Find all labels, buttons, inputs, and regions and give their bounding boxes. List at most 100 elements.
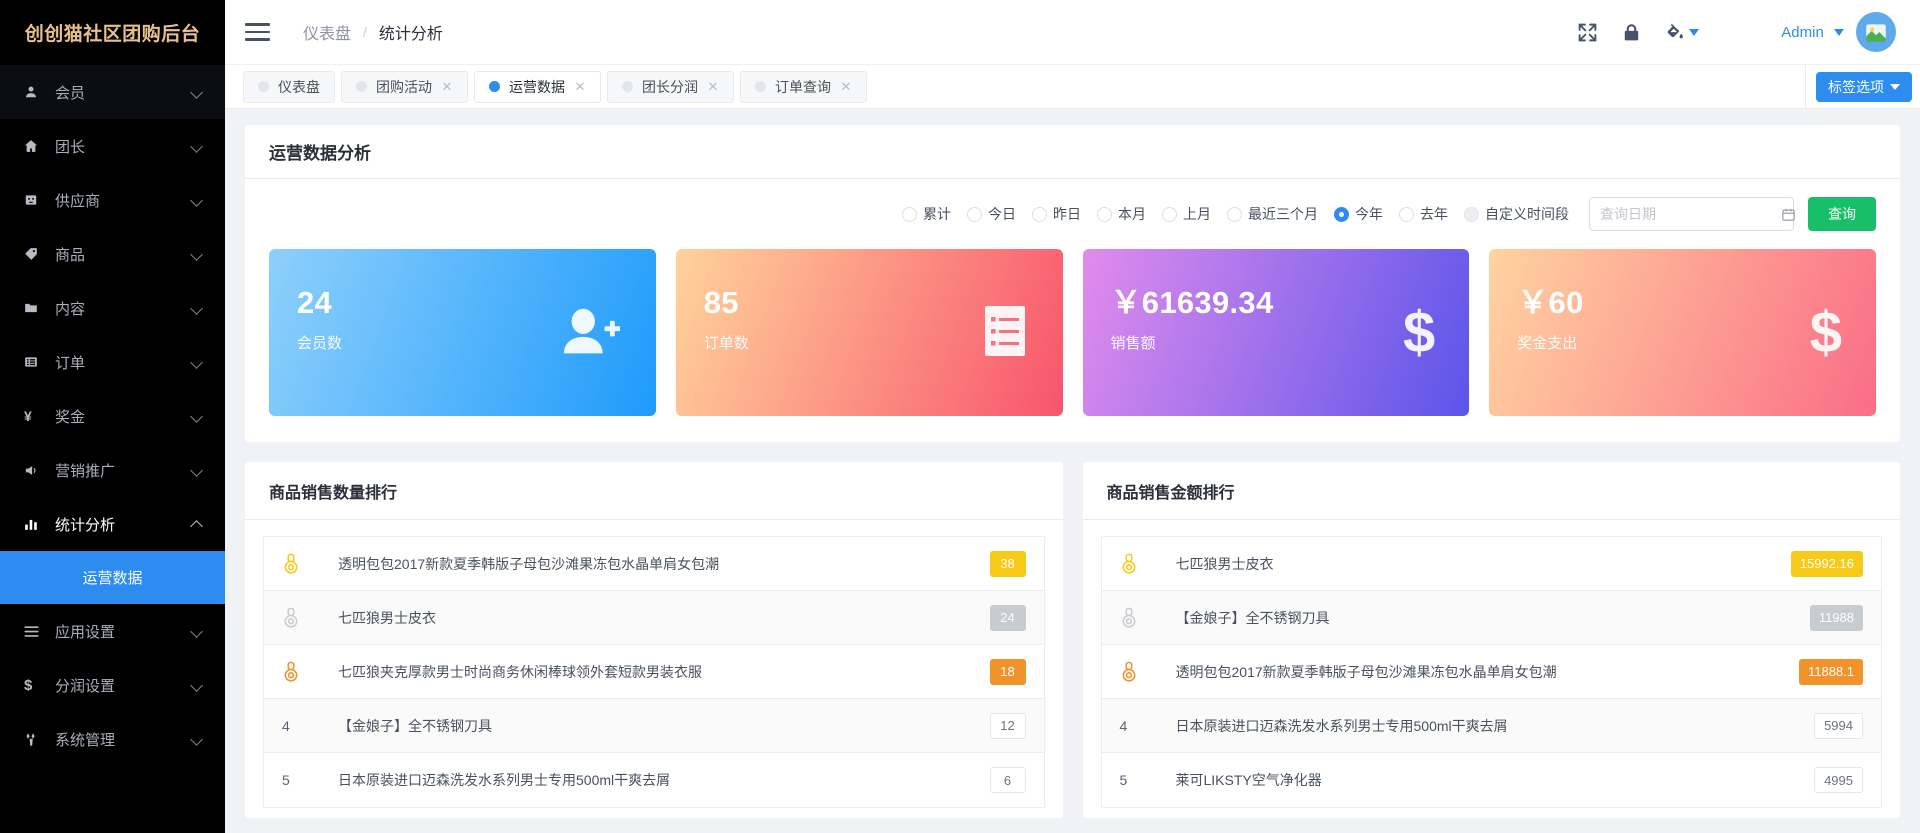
table-row[interactable]: 4 【金娘子】全不锈钢刀具 12 (264, 699, 1044, 753)
tab-options-button[interactable]: 标签选项 (1816, 71, 1912, 102)
top-bar: 仪表盘 / 统计分析 Admin (225, 0, 1920, 65)
period-radio-1[interactable]: 累计 (902, 204, 951, 224)
product-name: 【金娘子】全不锈钢刀具 (1175, 609, 1330, 626)
table-row[interactable]: 七匹狼男士皮衣 24 (264, 591, 1044, 645)
table-row[interactable]: 透明包包2017新款夏季韩版子母包沙滩果冻包水晶单肩女包潮 38 (264, 537, 1044, 591)
tabs-bar: 仪表盘 团购活动 ✕ 运营数据 ✕ 团长分润 ✕ 订单查询 ✕ 标签选项 (225, 64, 1920, 109)
period-radio-8[interactable]: 去年 (1399, 204, 1448, 224)
breadcrumb-separator: / (363, 24, 367, 40)
product-name: 莱可LIKSTY空气净化器 (1175, 772, 1322, 788)
sidebar-item-label: 应用设置 (55, 623, 116, 641)
sidebar-item-6[interactable]: 订单 (0, 335, 225, 389)
chevron-down-icon (191, 248, 203, 260)
chevron-down-icon (1834, 29, 1844, 37)
table-row[interactable]: 七匹狼夹克厚款男士时尚商务休闲棒球领外套短款男装衣服 18 (264, 645, 1044, 699)
sidebar-subitem-operating-data[interactable]: 运营数据 (0, 551, 225, 604)
menu-lines-icon (24, 625, 46, 638)
status-badge: 38 (989, 550, 1026, 577)
sidebar-item-3[interactable]: 供应商 (0, 173, 225, 227)
analytics-panel: 运营数据分析 累计 今日 昨日 本月 上月 最近三个月 今年 去年 自定义时间段 (245, 125, 1900, 442)
tab-close-icon[interactable]: ✕ (441, 80, 453, 93)
sidebar: 创创猫社区团购后台 会员团长供应商商品内容 订单 ¥ 奖金 营销推广统计分析运营数据应用… (0, 0, 225, 833)
rank-number: 5 (1119, 772, 1128, 788)
stat-card-2[interactable]: 85 订单数 (675, 249, 1063, 416)
sidebar-item-8[interactable]: 营销推广 (0, 443, 225, 497)
radio-circle-icon (902, 206, 917, 222)
breadcrumb-root[interactable]: 仪表盘 (303, 20, 351, 44)
avatar[interactable] (1856, 12, 1896, 52)
period-radio-4[interactable]: 本月 (1097, 204, 1146, 224)
factory-icon (24, 193, 46, 207)
sidebar-item-label: 团长 (55, 138, 86, 156)
sidebar-item-4[interactable]: 商品 (0, 227, 225, 281)
period-radio-group: 累计 今日 昨日 本月 上月 最近三个月 今年 去年 自定义时间段 (902, 204, 1585, 224)
chevron-down-icon (191, 464, 203, 476)
tab-close-icon[interactable]: ✕ (707, 80, 719, 93)
tab-4[interactable]: 团长分润 ✕ (607, 70, 734, 103)
sidebar-item-2[interactable]: 团长 (0, 119, 225, 173)
period-radio-2[interactable]: 今日 (967, 204, 1016, 224)
radio-circle-icon (1334, 206, 1349, 222)
period-radio-3[interactable]: 昨日 (1032, 204, 1081, 224)
sidebar-item-11[interactable]: $ 分润设置 (0, 658, 225, 712)
table-row[interactable]: 【金娘子】全不锈钢刀具 11988 (1101, 591, 1881, 645)
panel-title-label: 运营数据分析 (269, 144, 371, 163)
sidebar-item-1[interactable]: 会员 (0, 65, 225, 119)
tab-close-icon[interactable]: ✕ (574, 80, 586, 93)
status-badge: 6 (989, 767, 1026, 793)
rank-panels: 商品销售数量排行 透明包包2017新款夏季韩版子母包沙滩果冻包水晶单肩女包潮 38… (245, 442, 1900, 833)
table-row[interactable]: 七匹狼男士皮衣 15992.16 (1101, 537, 1881, 591)
radio-circle-icon (1399, 206, 1414, 222)
theme-paint-icon[interactable] (1665, 22, 1700, 42)
tab-5[interactable]: 订单查询 ✕ (740, 70, 867, 103)
lock-icon[interactable] (1622, 22, 1641, 43)
tab-status-dot-icon (356, 81, 367, 92)
chevron-down-icon (191, 356, 203, 368)
period-radio-5[interactable]: 上月 (1162, 204, 1211, 224)
query-button[interactable]: 查询 (1808, 197, 1876, 231)
period-radio-6[interactable]: 最近三个月 (1227, 204, 1318, 224)
user-icon (24, 85, 46, 99)
user-name-dropdown[interactable]: Admin (1781, 24, 1844, 41)
stat-card-4[interactable]: ￥60 奖金支出 $ (1489, 249, 1876, 416)
sidebar-item-7[interactable]: ¥ 奖金 (0, 389, 225, 443)
tab-status-dot-icon (258, 81, 269, 92)
table-row[interactable]: 4 日本原装进口迈森洗发水系列男士专用500ml干爽去屑 5994 (1101, 699, 1881, 753)
folder-icon (24, 301, 46, 315)
date-input-wrapper[interactable] (1589, 197, 1796, 231)
brand-logo[interactable]: 创创猫社区团购后台 (0, 0, 225, 65)
query-date-input[interactable] (1600, 206, 1781, 222)
breadcrumb: 仪表盘 / 统计分析 (303, 20, 443, 44)
sidebar-item-label: 统计分析 (55, 516, 116, 534)
table-row[interactable]: 5 莱可LIKSTY空气净化器 4995 (1102, 753, 1882, 807)
status-badge: 11988 (1809, 604, 1863, 631)
sidebar-item-10[interactable]: 应用设置 (0, 604, 225, 658)
rank-number: 5 (282, 772, 290, 788)
breadcrumb-current: 统计分析 (378, 26, 443, 43)
stat-card-3[interactable]: ￥61639.34 销售额 $ (1082, 249, 1470, 416)
sidebar-item-label: 商品 (55, 246, 86, 264)
stat-card-1[interactable]: 24 会员数 (269, 249, 656, 416)
chevron-down-icon (191, 625, 203, 637)
tab-3[interactable]: 运营数据 ✕ (474, 70, 601, 103)
table-row[interactable]: 透明包包2017新款夏季韩版子母包沙滩果冻包水晶单肩女包潮 11888.1 (1101, 645, 1881, 699)
tab-2[interactable]: 团购活动 ✕ (341, 70, 468, 103)
chevron-down-icon (191, 140, 203, 152)
table-row[interactable]: 5 日本原装进口迈森洗发水系列男士专用500ml干爽去屑 6 (264, 753, 1044, 807)
rank-medal-bronze-icon (282, 661, 338, 683)
period-radio-7[interactable]: 今年 (1334, 204, 1383, 224)
rank-medal-silver-icon (1120, 607, 1176, 629)
radio-circle-icon (1162, 206, 1177, 222)
fullscreen-icon[interactable] (1577, 22, 1598, 43)
period-radio-9[interactable]: 自定义时间段 (1464, 204, 1569, 224)
rank-number: 4 (1119, 717, 1128, 734)
tab-close-icon[interactable]: ✕ (840, 80, 852, 93)
sidebar-item-12[interactable]: 系统管理 (0, 712, 225, 766)
sidebar-toggle-icon[interactable] (225, 0, 289, 65)
tab-1[interactable]: 仪表盘 (243, 70, 335, 103)
status-badge: 11888.1 (1798, 658, 1863, 685)
calendar-icon[interactable] (1781, 207, 1796, 222)
sidebar-item-5[interactable]: 内容 (0, 281, 225, 335)
sidebar-item-9[interactable]: 统计分析 (0, 497, 225, 551)
product-name: 透明包包2017新款夏季韩版子母包沙滩果冻包水晶单肩女包潮 (1175, 663, 1557, 680)
